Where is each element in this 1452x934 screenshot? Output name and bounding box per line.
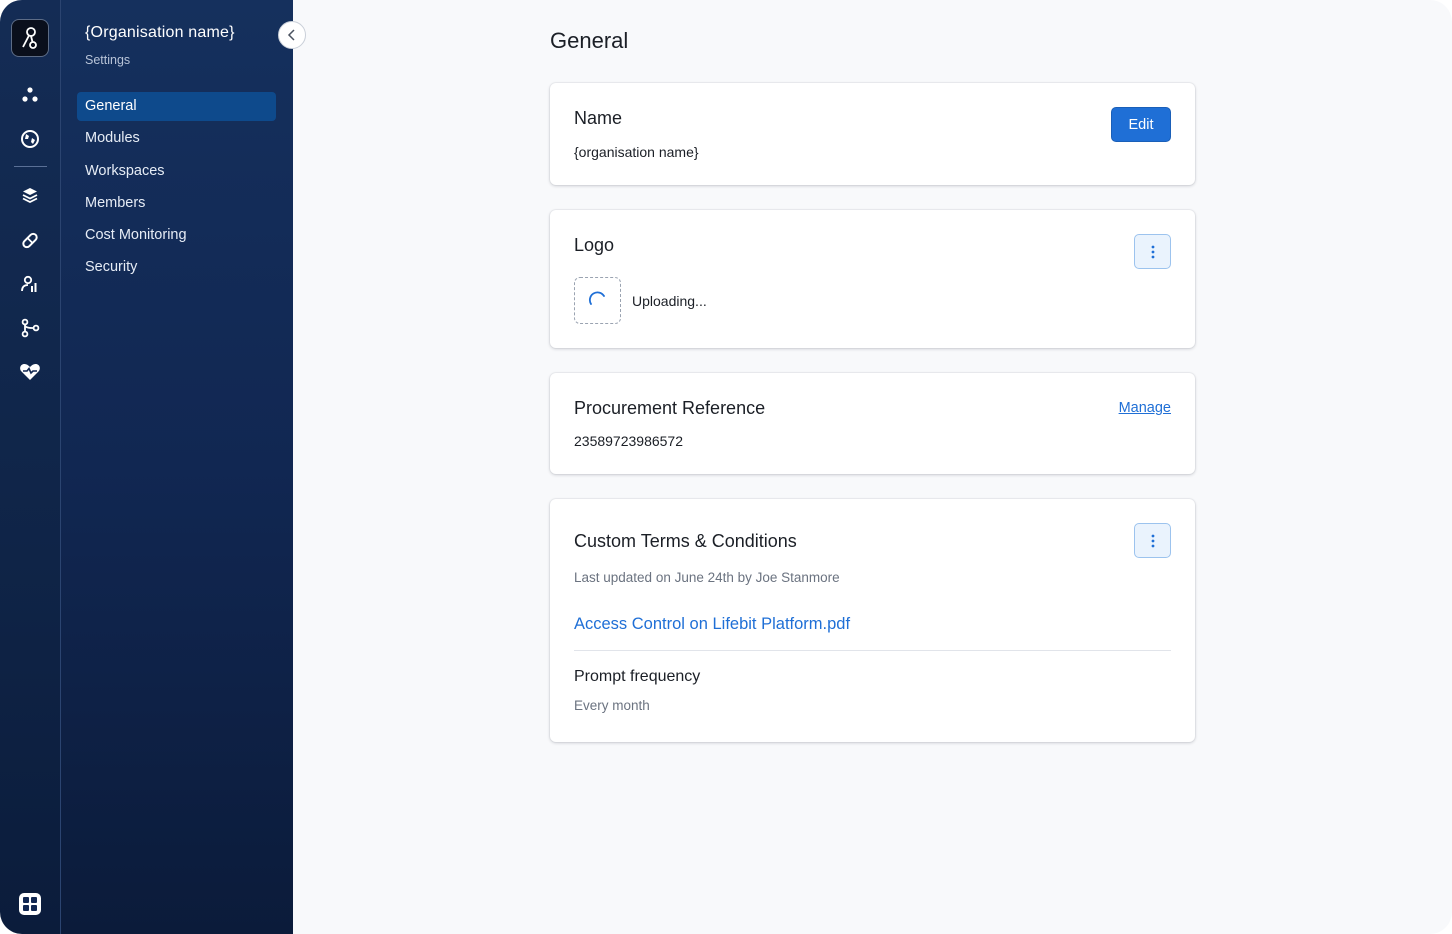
- terms-file-link[interactable]: Access Control on Lifebit Platform.pdf: [574, 615, 850, 634]
- logo-options-button[interactable]: [1134, 234, 1171, 269]
- sidebar-item-modules[interactable]: Modules: [77, 124, 276, 153]
- sidebar-item-cost-monitoring[interactable]: Cost Monitoring: [77, 221, 276, 250]
- manage-link[interactable]: Manage: [1119, 400, 1171, 416]
- sidebar-subtitle: Settings: [85, 53, 131, 67]
- apps-grid-icon[interactable]: [16, 890, 44, 918]
- page-title: General: [550, 28, 629, 53]
- git-branch-icon[interactable]: [16, 314, 44, 342]
- dots-icon[interactable]: [16, 81, 44, 109]
- pill-icon[interactable]: [16, 226, 44, 254]
- procurement-card-title: Procurement Reference: [574, 398, 766, 418]
- layers-icon[interactable]: [16, 181, 44, 209]
- more-vertical-icon: [1151, 245, 1154, 258]
- prompt-frequency-value: Every month: [574, 698, 650, 713]
- logo-upload-box[interactable]: [574, 277, 621, 324]
- name-card: Name {organisation name} Edit: [550, 83, 1195, 185]
- collapse-sidebar-button[interactable]: [278, 21, 306, 49]
- analyst-icon[interactable]: [16, 270, 44, 298]
- procurement-card: Procurement Reference 23589723986572 Man…: [550, 373, 1195, 474]
- sidebar-item-workspaces[interactable]: Workspaces: [77, 157, 276, 186]
- prompt-frequency-label: Prompt frequency: [574, 668, 701, 685]
- settings-sidebar: {Organisation name} Settings General Mod…: [61, 0, 293, 934]
- sidebar-item-members[interactable]: Members: [77, 189, 276, 218]
- org-name-value: {organisation name}: [574, 144, 699, 160]
- org-name: {Organisation name}: [85, 24, 235, 41]
- sidebar-item-general[interactable]: General: [77, 92, 276, 121]
- spinner-icon: [588, 291, 605, 305]
- chevron-left-icon: [287, 29, 295, 41]
- name-card-title: Name: [574, 108, 623, 128]
- terms-last-updated: Last updated on June 24th by Joe Stanmor…: [574, 570, 840, 585]
- sidebar-item-security[interactable]: Security: [77, 253, 276, 282]
- terms-options-button[interactable]: [1134, 523, 1171, 558]
- globe-icon[interactable]: [16, 125, 44, 153]
- terms-card: Custom Terms & Conditions Last updated o…: [550, 499, 1195, 742]
- rail-divider: [14, 166, 47, 167]
- terms-divider: [574, 650, 1171, 651]
- app-logo-icon[interactable]: [11, 19, 49, 57]
- app-window: {Organisation name} Settings General Mod…: [0, 0, 1452, 934]
- terms-card-title: Custom Terms & Conditions: [574, 531, 797, 551]
- more-vertical-icon: [1151, 534, 1154, 547]
- logo-card-title: Logo: [574, 235, 615, 255]
- logo-card: Logo Uploading...: [550, 210, 1195, 348]
- edit-name-button[interactable]: Edit: [1111, 107, 1171, 142]
- procurement-reference-value: 23589723986572: [574, 433, 684, 449]
- settings-nav: General Modules Workspaces Members Cost …: [77, 92, 276, 286]
- heart-health-icon[interactable]: [16, 358, 44, 386]
- icon-rail: [0, 0, 61, 934]
- upload-status: Uploading...: [632, 293, 707, 309]
